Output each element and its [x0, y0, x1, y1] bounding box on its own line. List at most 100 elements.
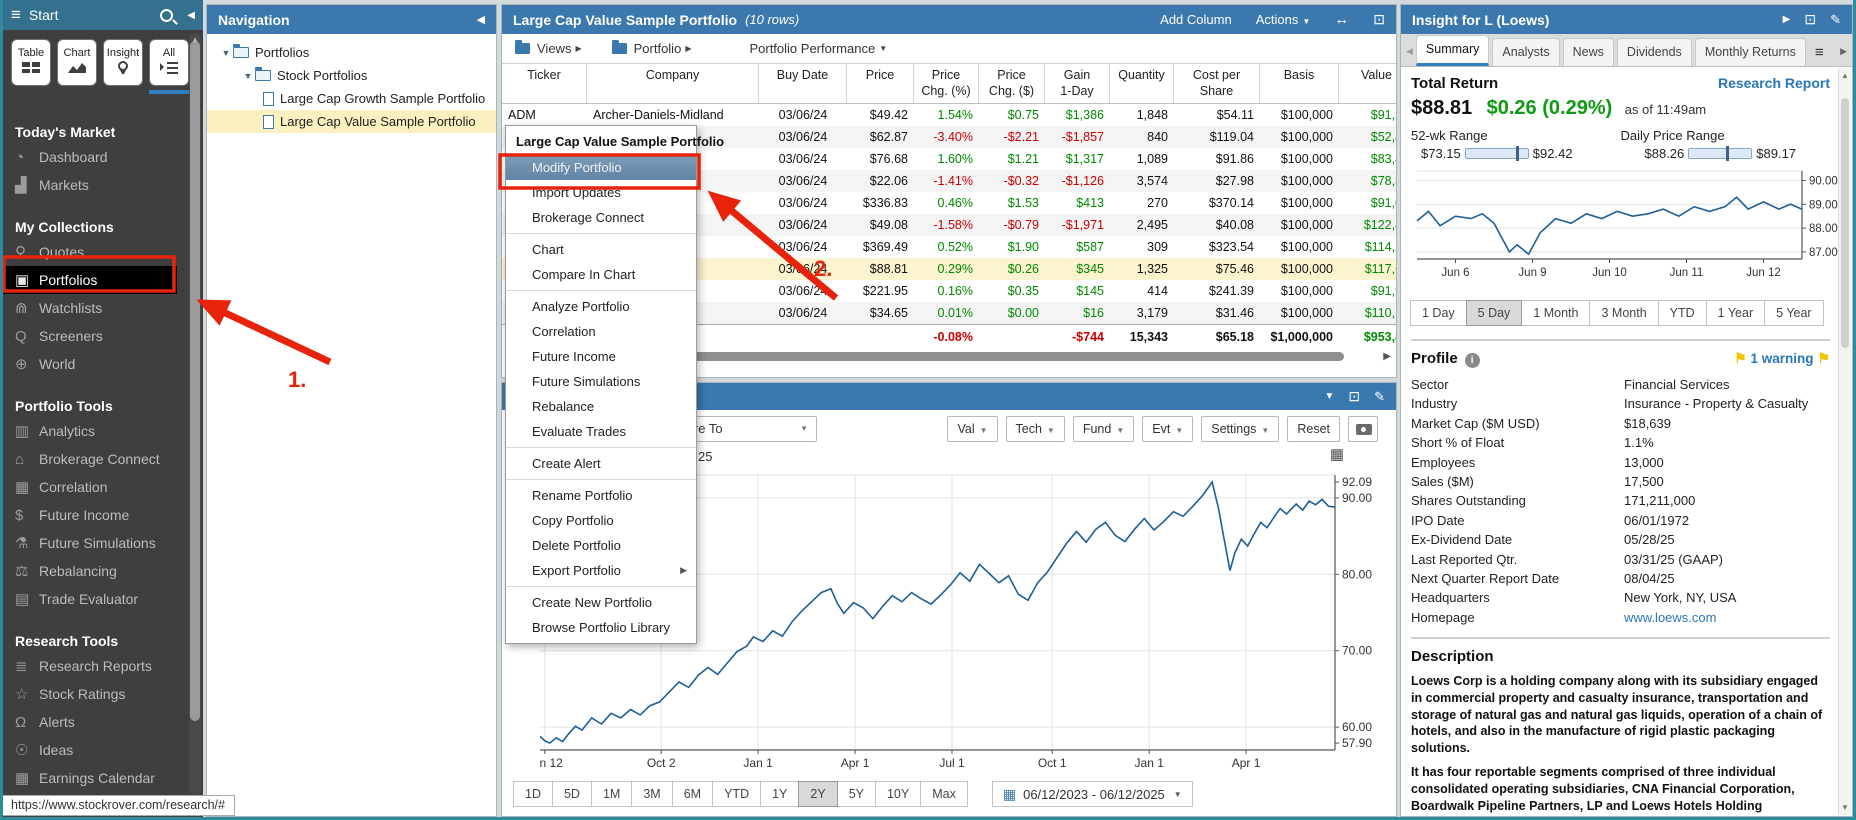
chart-collapse-icon[interactable]: ▼	[1324, 391, 1334, 402]
period-6m[interactable]: 6M	[671, 781, 714, 807]
period-max[interactable]: Max	[920, 781, 968, 807]
tab-summary[interactable]: Summary	[1415, 35, 1490, 66]
insight-collapse-icon[interactable]: ▶	[1783, 14, 1791, 25]
column-header-quantity[interactable]: Quantity	[1110, 64, 1174, 103]
profile-value[interactable]: www.loews.com	[1624, 608, 1716, 627]
period-1m[interactable]: 1M	[590, 781, 633, 807]
insight-period-1day[interactable]: 1 Day	[1410, 300, 1467, 326]
sidebar-scrollbar-thumb[interactable]	[190, 41, 200, 721]
tree-expander-icon[interactable]: ▼	[219, 48, 233, 58]
date-range-picker[interactable]: ▦ 06/12/2023 - 06/12/2025 ▼	[991, 781, 1193, 807]
table-scroll-right-icon[interactable]: ▶	[1383, 351, 1391, 362]
chart-fullscreen-icon[interactable]: ⊡	[1348, 388, 1360, 405]
settings-dropdown[interactable]: Settings ▼	[1201, 416, 1280, 442]
menu-item-correlation[interactable]: Correlation	[506, 319, 696, 344]
insight-popout-icon[interactable]: ✎	[1830, 12, 1841, 28]
profile-info-icon[interactable]: i	[1464, 353, 1480, 368]
column-header-gain[interactable]: Gain 1-Day	[1045, 64, 1110, 103]
column-header-value[interactable]: Value	[1339, 64, 1396, 103]
tab-news[interactable]: News	[1562, 38, 1614, 66]
column-header-basis[interactable]: Basis	[1260, 64, 1339, 103]
column-header-price[interactable]: Price Chg. (%)	[914, 64, 979, 103]
sidebar-item-future-income[interactable]: $ Future Income	[3, 501, 203, 529]
camera-snapshot-button[interactable]	[1348, 416, 1378, 442]
view-button-insight[interactable]: Insight	[103, 39, 143, 86]
menu-item-analyze-portfolio[interactable]: Analyze Portfolio	[506, 294, 696, 319]
menu-item-copy-portfolio[interactable]: Copy Portfolio	[506, 508, 696, 533]
sidebar-item-trade-evaluator[interactable]: ▤ Trade Evaluator	[3, 585, 203, 613]
tech-dropdown[interactable]: Tech ▼	[1005, 416, 1065, 442]
sidebar-item-future-simulations[interactable]: ⚗ Future Simulations	[3, 529, 203, 557]
table-header-row[interactable]: Ticker Company Buy Date Price Price Chg. (%) P…	[502, 64, 1396, 104]
insight-period-1month[interactable]: 1 Month	[1521, 300, 1591, 326]
sidebar-item-quotes[interactable]: ⚲ Quotes	[3, 238, 203, 266]
menu-item-chart[interactable]: Chart	[506, 237, 696, 262]
column-header-price[interactable]: Price	[847, 64, 914, 103]
column-header-company[interactable]: Company	[587, 64, 759, 103]
sidebar-item-alerts[interactable]: Ω Alerts	[3, 708, 203, 736]
insight-period-3month[interactable]: 3 Month	[1589, 300, 1659, 326]
sidebar-item-earnings-calendar[interactable]: ▦ Earnings Calendar	[3, 764, 203, 792]
view-button-chart[interactable]: Chart	[57, 39, 97, 86]
period-ytd[interactable]: YTD	[712, 781, 762, 807]
tree-expander-icon[interactable]: ▼	[241, 71, 255, 81]
column-header-buy-date[interactable]: Buy Date	[759, 64, 847, 103]
tab-dividends[interactable]: Dividends	[1616, 38, 1692, 66]
column-header-ticker[interactable]: Ticker	[502, 64, 587, 103]
resize-columns-icon[interactable]: ↔	[1334, 11, 1349, 28]
research-report-link[interactable]: Research Report	[1718, 75, 1830, 91]
period-5d[interactable]: 5D	[551, 781, 592, 807]
insight-period-5year[interactable]: 5 Year	[1764, 300, 1824, 326]
insight-mini-chart[interactable]: 90.00 89.00 88.00 87.00 Jun 6 Jun 9 Jun 10 Jun …	[1411, 165, 1838, 287]
view-button-all[interactable]: All	[149, 39, 189, 86]
chart-popout-icon[interactable]: ✎	[1374, 389, 1385, 405]
navigation-collapse-icon[interactable]: ◀	[477, 13, 485, 26]
menu-item-compare-in-chart[interactable]: Compare In Chart	[506, 262, 696, 287]
sidebar-item-correlation[interactable]: ▦ Correlation	[3, 473, 203, 501]
menu-item-evaluate-trades[interactable]: Evaluate Trades	[506, 419, 696, 444]
hamburger-icon[interactable]: ≡	[11, 5, 21, 25]
view-button-table[interactable]: Table	[11, 39, 51, 86]
table-fullscreen-icon[interactable]: ⊡	[1373, 11, 1385, 28]
sidebar-scroll-up-icon[interactable]: ▲	[191, 35, 199, 44]
start-menu-bar[interactable]: ≡ Start ◀	[3, 0, 203, 30]
sidebar-scrollbar[interactable]	[189, 33, 201, 795]
warning-badge[interactable]: ⚑ 1 warning ⚑	[1734, 350, 1830, 367]
actions-button[interactable]: Actions ▼	[1256, 12, 1311, 27]
sidebar-item-brokerage-connect[interactable]: ⌂ Brokerage Connect	[3, 445, 203, 473]
menu-item-brokerage-connect[interactable]: Brokerage Connect	[506, 205, 696, 230]
menu-item-export-portfolio[interactable]: Export Portfolio ▶	[506, 558, 696, 583]
menu-item-modify-portfolio[interactable]: Modify Portfolio	[506, 155, 696, 180]
menu-item-rebalance[interactable]: Rebalance	[506, 394, 696, 419]
sidebar-collapse-icon[interactable]: ◀	[187, 10, 195, 21]
menu-item-rename-portfolio[interactable]: Rename Portfolio	[506, 483, 696, 508]
sidebar-item-markets[interactable]: ▟ Markets	[3, 171, 203, 199]
search-icon[interactable]	[160, 8, 174, 22]
column-header-cost-per[interactable]: Cost per Share	[1174, 64, 1260, 103]
calculator-icon[interactable]: ▦	[1330, 445, 1344, 463]
menu-item-browse-portfolio-library[interactable]: Browse Portfolio Library	[506, 615, 696, 640]
sidebar-item-screeners[interactable]: Q Screeners	[3, 322, 203, 350]
menu-item-create-new-portfolio[interactable]: Create New Portfolio	[506, 590, 696, 615]
views-menu[interactable]: Views	[537, 41, 571, 56]
insight-scrollbar[interactable]: ▲ ▼	[1838, 68, 1851, 815]
sidebar-item-stock-ratings[interactable]: ☆ Stock Ratings	[3, 680, 203, 708]
sidebar-item-research-reports[interactable]: ≣ Research Reports	[3, 652, 203, 680]
tab-analysts[interactable]: Analysts	[1492, 38, 1560, 66]
period-1y[interactable]: 1Y	[760, 781, 800, 807]
sidebar-item-world[interactable]: ⊕ World	[3, 350, 203, 378]
tab-monthly-returns[interactable]: Monthly Returns	[1694, 38, 1806, 66]
menu-item-future-simulations[interactable]: Future Simulations	[506, 369, 696, 394]
insight-scroll-up-icon[interactable]: ▲	[1839, 71, 1851, 80]
table-row[interactable]: ADM Archer-Daniels-Midland 03/06/24 $49.42 1…	[502, 104, 1396, 126]
period-1d[interactable]: 1D	[513, 781, 553, 807]
sidebar-item-analytics[interactable]: ▥ Analytics	[3, 417, 203, 445]
menu-item-create-alert[interactable]: Create Alert	[506, 451, 696, 476]
fund-dropdown[interactable]: Fund ▼	[1072, 416, 1135, 442]
insight-fullscreen-icon[interactable]: ⊡	[1804, 11, 1816, 28]
current-view-dropdown[interactable]: Portfolio Performance	[749, 41, 875, 56]
period-3m[interactable]: 3M	[631, 781, 673, 807]
sidebar-item-watchlists[interactable]: ⋒ Watchlists	[3, 294, 203, 322]
insight-period-ytd[interactable]: YTD	[1657, 300, 1707, 326]
tree-item-portfolios[interactable]: ▼ Portfolios	[207, 41, 496, 64]
